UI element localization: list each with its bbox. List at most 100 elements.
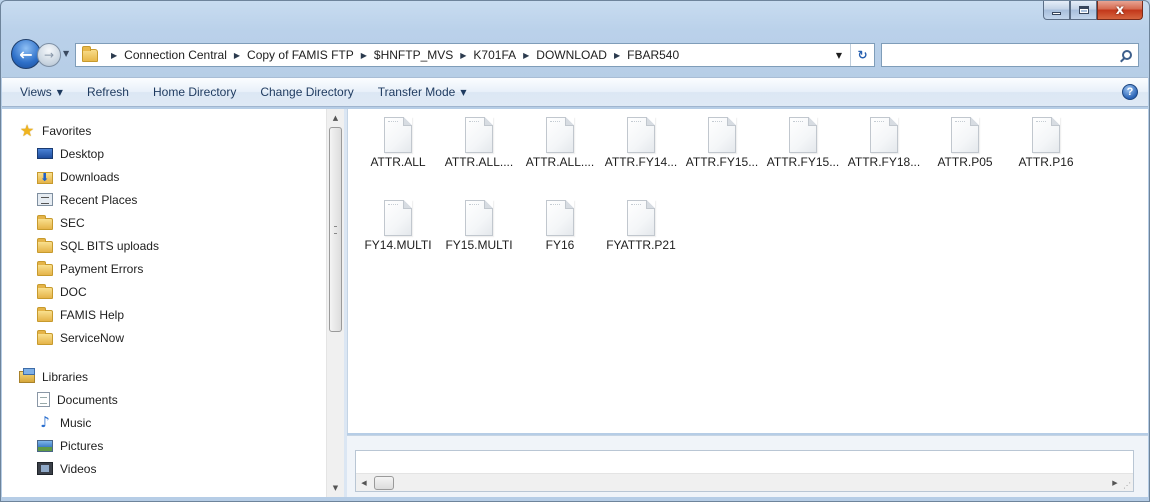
resize-grip-icon[interactable]: ⋰ — [1123, 481, 1133, 491]
tree-item[interactable]: Videos — [2, 457, 326, 480]
forward-arrow-icon: → — [43, 48, 55, 62]
file-item[interactable]: FYATTR.P21 — [601, 192, 681, 262]
file-item[interactable]: FY15.MULTI — [439, 192, 519, 262]
breadcrumb-item[interactable]: FBAR540 — [627, 48, 679, 62]
tree-item[interactable]: Payment Errors — [2, 257, 326, 280]
file-item[interactable]: ATTR.FY18... — [844, 109, 924, 179]
breadcrumb-separator-icon[interactable]: ▶ — [361, 51, 367, 60]
file-name: ATTR.FY15... — [766, 155, 840, 169]
file-name: FY15.MULTI — [445, 238, 513, 252]
tree-item[interactable]: Desktop — [2, 142, 326, 165]
breadcrumb-separator-icon[interactable]: ▶ — [523, 51, 529, 60]
tree-item-label: Libraries — [42, 369, 89, 384]
views-button[interactable]: Views ▼ — [8, 81, 75, 103]
breadcrumb-separator-icon[interactable]: ▶ — [111, 51, 117, 60]
file-name: FY16 — [545, 238, 575, 252]
close-button[interactable]: x — [1097, 1, 1143, 20]
file-item[interactable]: ATTR.FY14... — [601, 109, 681, 179]
pictures-icon — [37, 439, 53, 452]
recent-pages-dropdown[interactable]: ▼ — [63, 49, 69, 58]
search-icon[interactable] — [1122, 50, 1132, 60]
help-icon: ? — [1126, 86, 1134, 98]
desktop-icon — [37, 148, 53, 159]
file-icon — [627, 200, 655, 236]
file-item[interactable]: FY16 — [520, 192, 600, 262]
scroll-thumb[interactable] — [329, 127, 342, 332]
address-dropdown-icon[interactable]: ▼ — [836, 51, 842, 60]
refresh-icon: ↻ — [857, 48, 868, 62]
file-item[interactable]: ATTR.P16 — [1006, 109, 1086, 179]
file-name: ATTR.FY15... — [685, 155, 759, 169]
recent-places-icon — [37, 193, 53, 206]
tree-item[interactable]: FAMIS Help — [2, 303, 326, 326]
tree-item[interactable]: SEC — [2, 211, 326, 234]
breadcrumb-item[interactable]: $HNFTP_MVS — [374, 48, 453, 62]
file-icon — [384, 117, 412, 153]
breadcrumb-item[interactable]: Copy of FAMIS FTP — [247, 48, 354, 62]
minimize-button[interactable] — [1043, 1, 1070, 20]
file-item[interactable]: ATTR.FY15... — [682, 109, 762, 179]
scroll-left-icon[interactable]: ◀ — [356, 474, 372, 492]
breadcrumb-separator-icon[interactable]: ▶ — [234, 51, 240, 60]
folder-icon — [37, 237, 53, 253]
search-input[interactable] — [886, 47, 1116, 63]
file-name: ATTR.FY14... — [604, 155, 678, 169]
tree-item[interactable]: ServiceNow — [2, 326, 326, 349]
horizontal-scroll-thumb[interactable] — [374, 476, 394, 490]
file-item[interactable]: ATTR.ALL.... — [439, 109, 519, 179]
file-icon — [708, 117, 736, 153]
breadcrumb-item[interactable]: K701FA — [473, 48, 516, 62]
change-directory-button[interactable]: Change Directory — [248, 81, 365, 103]
file-icon — [627, 117, 655, 153]
horizontal-scrollbar[interactable]: ◀ ▶ ⋰ — [356, 473, 1133, 491]
maximize-button[interactable] — [1070, 1, 1097, 20]
help-button[interactable]: ? — [1122, 84, 1138, 100]
file-name: ATTR.ALL.... — [444, 155, 514, 169]
folder-icon — [37, 214, 53, 230]
folder-icon — [37, 329, 53, 345]
file-icon — [465, 117, 493, 153]
file-icon — [465, 200, 493, 236]
file-name: ATTR.ALL.... — [525, 155, 595, 169]
file-item[interactable]: ATTR.P05 — [925, 109, 1005, 179]
tree-item[interactable]: Downloads — [2, 165, 326, 188]
star-icon: ★ — [19, 120, 35, 140]
tree-item-label: Pictures — [60, 438, 104, 453]
videos-icon — [37, 462, 53, 475]
refresh-button[interactable]: Refresh — [75, 81, 141, 103]
file-item[interactable]: ATTR.ALL.... — [520, 109, 600, 179]
scroll-up-icon[interactable]: ▲ — [327, 109, 344, 127]
file-icon — [951, 117, 979, 153]
tree-item[interactable]: Documents — [2, 388, 326, 411]
tree-item[interactable]: ♪ Music — [2, 411, 326, 434]
transfer-mode-button[interactable]: Transfer Mode ▼ — [366, 81, 479, 103]
breadcrumb-separator-icon[interactable]: ▶ — [460, 51, 466, 60]
tree-item-label: Desktop — [60, 146, 105, 161]
address-bar[interactable]: ▶ Connection Central ▶ Copy of FAMIS FTP ▶ $H… — [75, 43, 875, 67]
views-label: Views — [20, 85, 52, 99]
tree-item[interactable]: SQL BITS uploads — [2, 234, 326, 257]
downloads-icon — [37, 171, 53, 184]
tree-item[interactable]: Pictures — [2, 434, 326, 457]
breadcrumb-item[interactable]: DOWNLOAD — [536, 48, 607, 62]
file-item[interactable]: FY14.MULTI — [358, 192, 438, 262]
tree-item[interactable]: Recent Places — [2, 188, 326, 211]
refresh-address-button[interactable]: ↻ — [850, 44, 874, 66]
file-icon — [870, 117, 898, 153]
breadcrumb-item[interactable]: Connection Central — [124, 48, 227, 62]
search-box[interactable] — [881, 43, 1139, 67]
file-item[interactable]: ATTR.FY15... — [763, 109, 843, 179]
file-item[interactable]: ATTR.ALL — [358, 109, 438, 179]
scroll-down-icon[interactable]: ▼ — [327, 479, 344, 497]
details-pane: ◀ ▶ ⋰ — [347, 435, 1148, 497]
home-directory-button[interactable]: Home Directory — [141, 81, 248, 103]
nav-vertical-scrollbar[interactable]: ▲ ▼ — [326, 109, 344, 497]
scroll-right-icon[interactable]: ▶ — [1107, 474, 1123, 492]
tree-group-header[interactable]: Libraries — [2, 365, 326, 388]
file-icon — [384, 200, 412, 236]
tree-group-header[interactable]: ★ Favorites — [2, 119, 326, 142]
tree-item[interactable]: DOC — [2, 280, 326, 303]
breadcrumb-separator-icon[interactable]: ▶ — [614, 51, 620, 60]
forward-button[interactable]: → — [37, 43, 61, 67]
